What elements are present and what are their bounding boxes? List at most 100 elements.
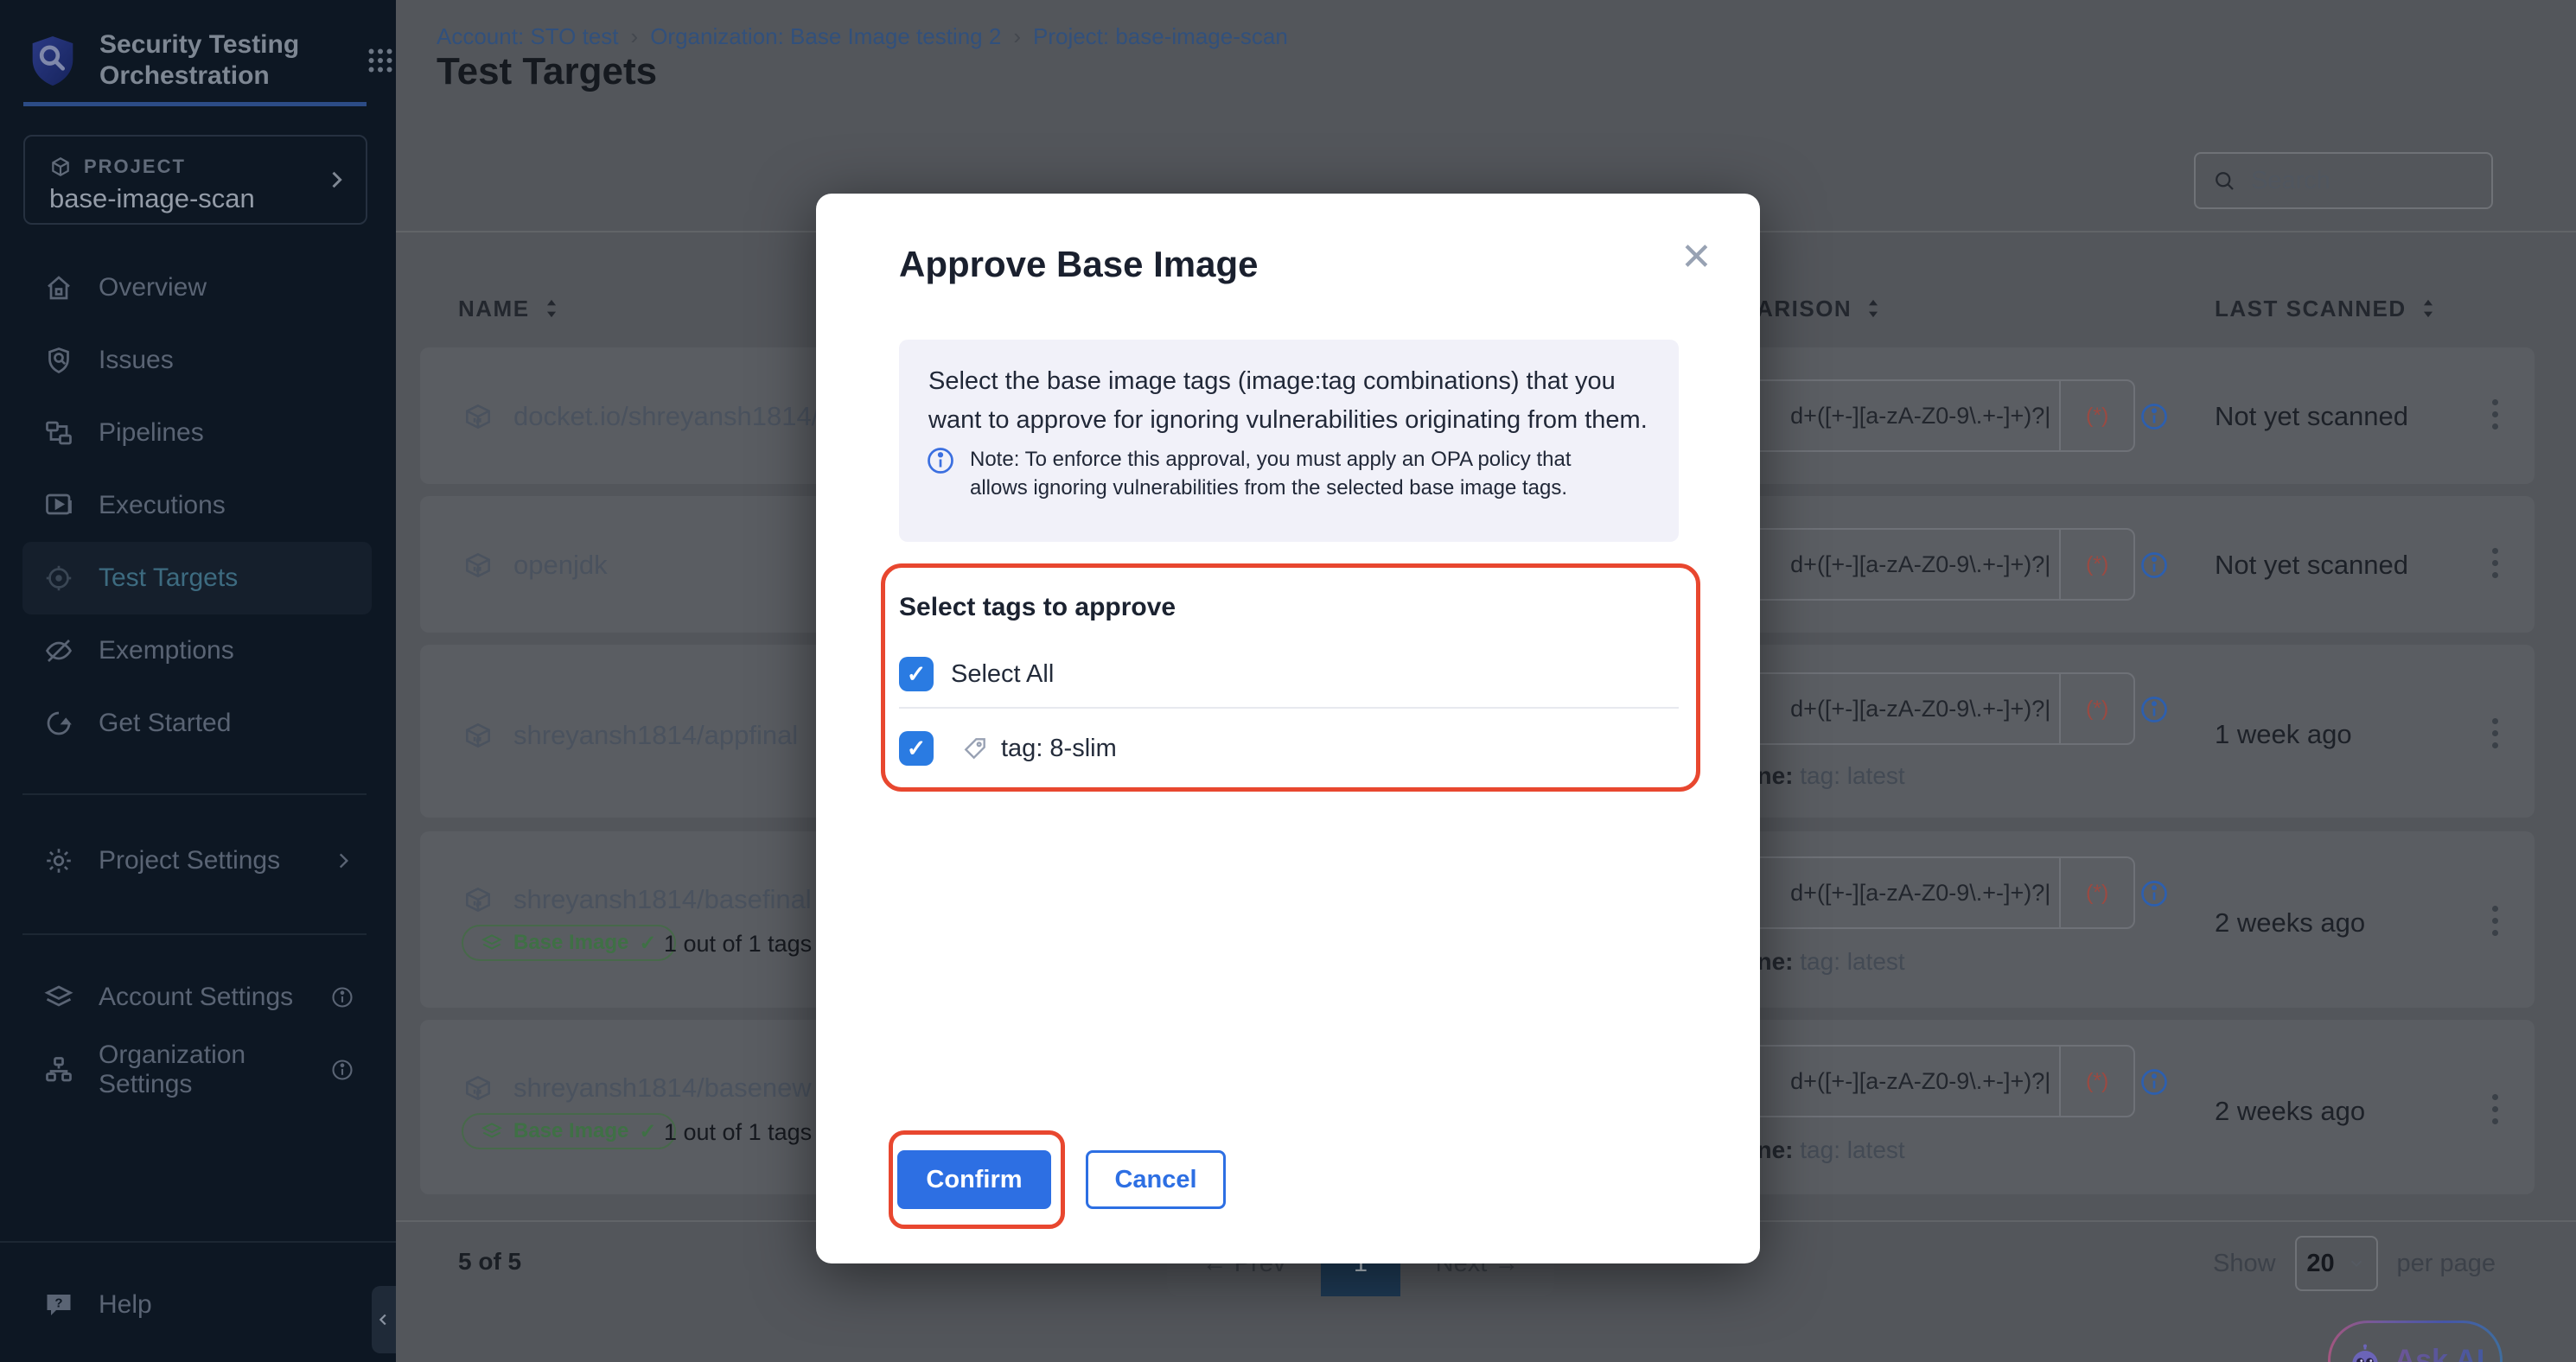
check-icon: ✓ [639, 931, 656, 956]
sidebar-divider [0, 1241, 396, 1243]
approve-base-image-modal: Approve Base Image ✕ Select the base ima… [816, 194, 1760, 1263]
row-menu-kebab-icon[interactable] [2477, 906, 2512, 936]
row-menu-kebab-icon[interactable] [2477, 548, 2512, 578]
column-header-name[interactable]: NAME [458, 294, 561, 323]
baseline-value: tag: latest [1800, 948, 1904, 975]
app-header: Security Testing Orchestration [29, 29, 396, 92]
sidebar-item-overview[interactable]: Overview [22, 251, 372, 324]
sidebar-divider [22, 933, 367, 935]
breadcrumb-organization[interactable]: Organization: Base Image testing 2 [650, 23, 1001, 50]
breadcrumb: Account: STO test › Organization: Base I… [437, 21, 1288, 52]
close-icon[interactable]: ✕ [1680, 239, 1712, 277]
sidebar-item-pipelines[interactable]: Pipelines [22, 397, 372, 469]
gear-icon [43, 845, 74, 876]
breadcrumb-separator: › [631, 23, 639, 50]
confirm-button[interactable]: Confirm [897, 1150, 1051, 1209]
page-size-value: 20 [2306, 1250, 2334, 1278]
project-selector[interactable]: PROJECT base-image-scan [23, 135, 367, 225]
list-divider [899, 707, 1679, 709]
target-name-cell: shreyansh1814/appfinal [462, 719, 798, 752]
app-title: Security Testing Orchestration [99, 29, 335, 92]
badge-label: Base Image [513, 1119, 628, 1143]
info-icon[interactable] [330, 985, 354, 1009]
sort-icon[interactable] [542, 297, 561, 320]
info-circle-icon[interactable] [2139, 878, 2170, 909]
column-label: NAME [458, 296, 530, 322]
sidebar-item-help[interactable]: ? Help [22, 1269, 372, 1341]
select-all-label[interactable]: Select All [951, 660, 1054, 689]
target-name-cell: shreyansh1814/basefinal [462, 883, 812, 916]
sidebar-item-label: Exemptions [99, 636, 234, 665]
info-icon[interactable] [330, 1058, 354, 1082]
info-circle-icon[interactable] [2139, 1066, 2170, 1098]
tag-item-label[interactable]: tag: 8-slim [1001, 735, 1117, 763]
ask-ai-bird-icon [2346, 1341, 2384, 1362]
target-name: shreyansh1814/basefinal [513, 884, 812, 915]
row-menu-kebab-icon[interactable] [2477, 399, 2512, 430]
sidebar-item-label: Executions [99, 491, 226, 520]
column-label: LAST SCANNED [2215, 296, 2407, 322]
breadcrumb-account[interactable]: Account: STO test [437, 23, 619, 50]
breadcrumb-separator: › [1013, 23, 1021, 50]
modal-description: Select the base image tags (image:tag co… [928, 362, 1653, 440]
info-circle-icon[interactable] [2139, 401, 2170, 432]
target-name: shreyansh1814/basenew [513, 1072, 812, 1104]
page-size-select[interactable]: 20 [2295, 1236, 2378, 1291]
chevron-right-icon [324, 168, 348, 192]
sidebar-item-get-started[interactable]: Get Started [22, 687, 372, 760]
shield-search-icon [43, 345, 74, 376]
sidebar-item-label: Issues [99, 346, 174, 375]
row-menu-kebab-icon[interactable] [2477, 718, 2512, 748]
column-header-last-scanned[interactable]: LAST SCANNED [2215, 294, 2438, 323]
row-menu-kebab-icon[interactable] [2477, 1094, 2512, 1124]
ask-ai-button[interactable]: Ask AI [2328, 1321, 2503, 1362]
sort-icon[interactable] [2419, 297, 2438, 320]
app-root: Security Testing Orchestration PROJECT [0, 0, 2576, 1362]
search-input[interactable] [2251, 167, 2467, 195]
sidebar-divider [22, 793, 367, 795]
pipelines-icon [43, 417, 74, 449]
sidebar-item-label: Project Settings [99, 846, 280, 875]
sidebar-collapse-handle[interactable] [372, 1286, 396, 1353]
sidebar-item-test-targets[interactable]: Test Targets [22, 542, 372, 614]
search-box[interactable] [2194, 152, 2493, 209]
project-label: PROJECT [84, 156, 186, 178]
base-image-icon [481, 1120, 503, 1142]
sidebar-item-issues[interactable]: Issues [22, 324, 372, 397]
layers-icon [43, 982, 74, 1013]
select-all-checkbox[interactable]: ✓ [899, 657, 934, 691]
breadcrumb-project[interactable]: Project: base-image-scan [1033, 23, 1288, 50]
baseline-value: tag: latest [1800, 762, 1904, 789]
per-page-label: per page [2397, 1250, 2496, 1278]
sidebar-item-exemptions[interactable]: Exemptions [22, 614, 372, 687]
modal-title: Approve Base Image [899, 244, 1259, 285]
sidebar-item-executions[interactable]: Executions [22, 469, 372, 542]
sidebar-item-label: Get Started [99, 709, 231, 738]
eye-off-icon [43, 635, 74, 666]
org-icon [43, 1054, 74, 1085]
sidebar-item-label: Overview [99, 273, 207, 302]
sidebar-item-label: Help [99, 1290, 152, 1320]
info-circle-icon[interactable] [2139, 550, 2170, 581]
last-scanned: 2 weeks ago [2215, 907, 2365, 939]
sidebar: Security Testing Orchestration PROJECT [0, 0, 396, 1362]
modal-note-row: Note: To enforce this approval, you must… [925, 445, 1582, 502]
target-name-cell: shreyansh1814/basenew [462, 1072, 812, 1104]
info-circle-icon[interactable] [2139, 694, 2170, 725]
sidebar-item-organization-settings[interactable]: Organization Settings [22, 1034, 372, 1106]
info-circle-icon [925, 445, 956, 502]
tag-checkbox[interactable]: ✓ [899, 731, 934, 766]
sidebar-item-account-settings[interactable]: Account Settings [22, 961, 372, 1034]
last-scanned: Not yet scanned [2215, 401, 2408, 432]
target-icon [43, 563, 74, 594]
base-image-badge: Base Image ✓ [462, 1113, 676, 1149]
sidebar-item-project-settings[interactable]: Project Settings [22, 824, 372, 897]
app-grid-icon[interactable] [365, 45, 396, 76]
container-icon [462, 883, 494, 916]
container-icon [462, 1072, 494, 1104]
modal-info-panel: Select the base image tags (image:tag co… [899, 340, 1679, 542]
sort-icon[interactable] [1864, 297, 1883, 320]
regex-badge: (*) [2059, 858, 2133, 927]
cancel-button[interactable]: Cancel [1086, 1150, 1226, 1209]
sidebar-item-label: Test Targets [99, 563, 238, 593]
